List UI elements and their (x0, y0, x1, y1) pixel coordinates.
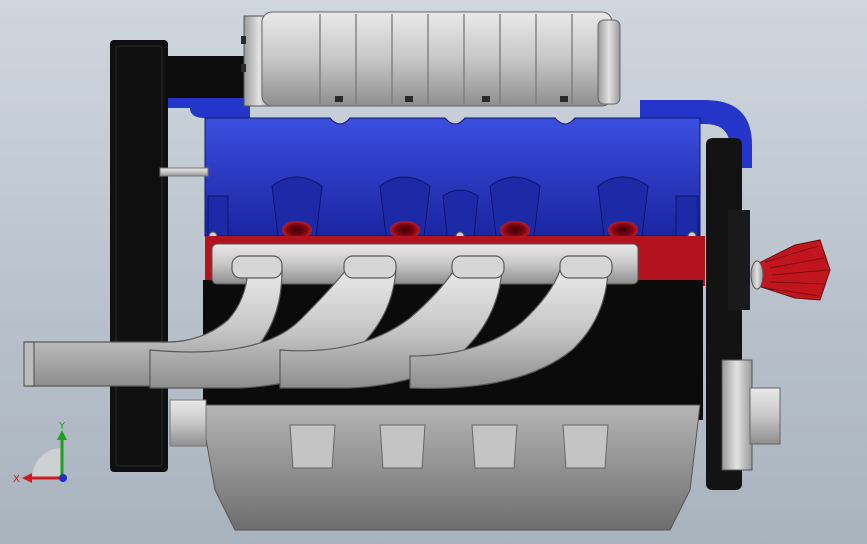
crank-nose (169, 399, 207, 447)
air-filter[interactable] (750, 239, 831, 301)
supercharger[interactable] (241, 11, 621, 107)
x-arrow-icon (22, 473, 32, 483)
y-axis-label: Y (58, 421, 66, 432)
intake-manifold[interactable] (204, 117, 701, 241)
oil-pan[interactable] (199, 404, 701, 531)
intake-hose[interactable] (168, 98, 250, 118)
engine-model[interactable] (0, 0, 867, 544)
coordinate-triad: Y X (13, 421, 67, 485)
triad-plane (32, 448, 62, 478)
accessory-pulleys[interactable] (706, 138, 781, 490)
x-axis-label: X (13, 474, 20, 485)
graphics-viewport[interactable]: Y X (0, 0, 867, 544)
z-axis-icon (59, 474, 67, 482)
dipstick (159, 167, 209, 177)
